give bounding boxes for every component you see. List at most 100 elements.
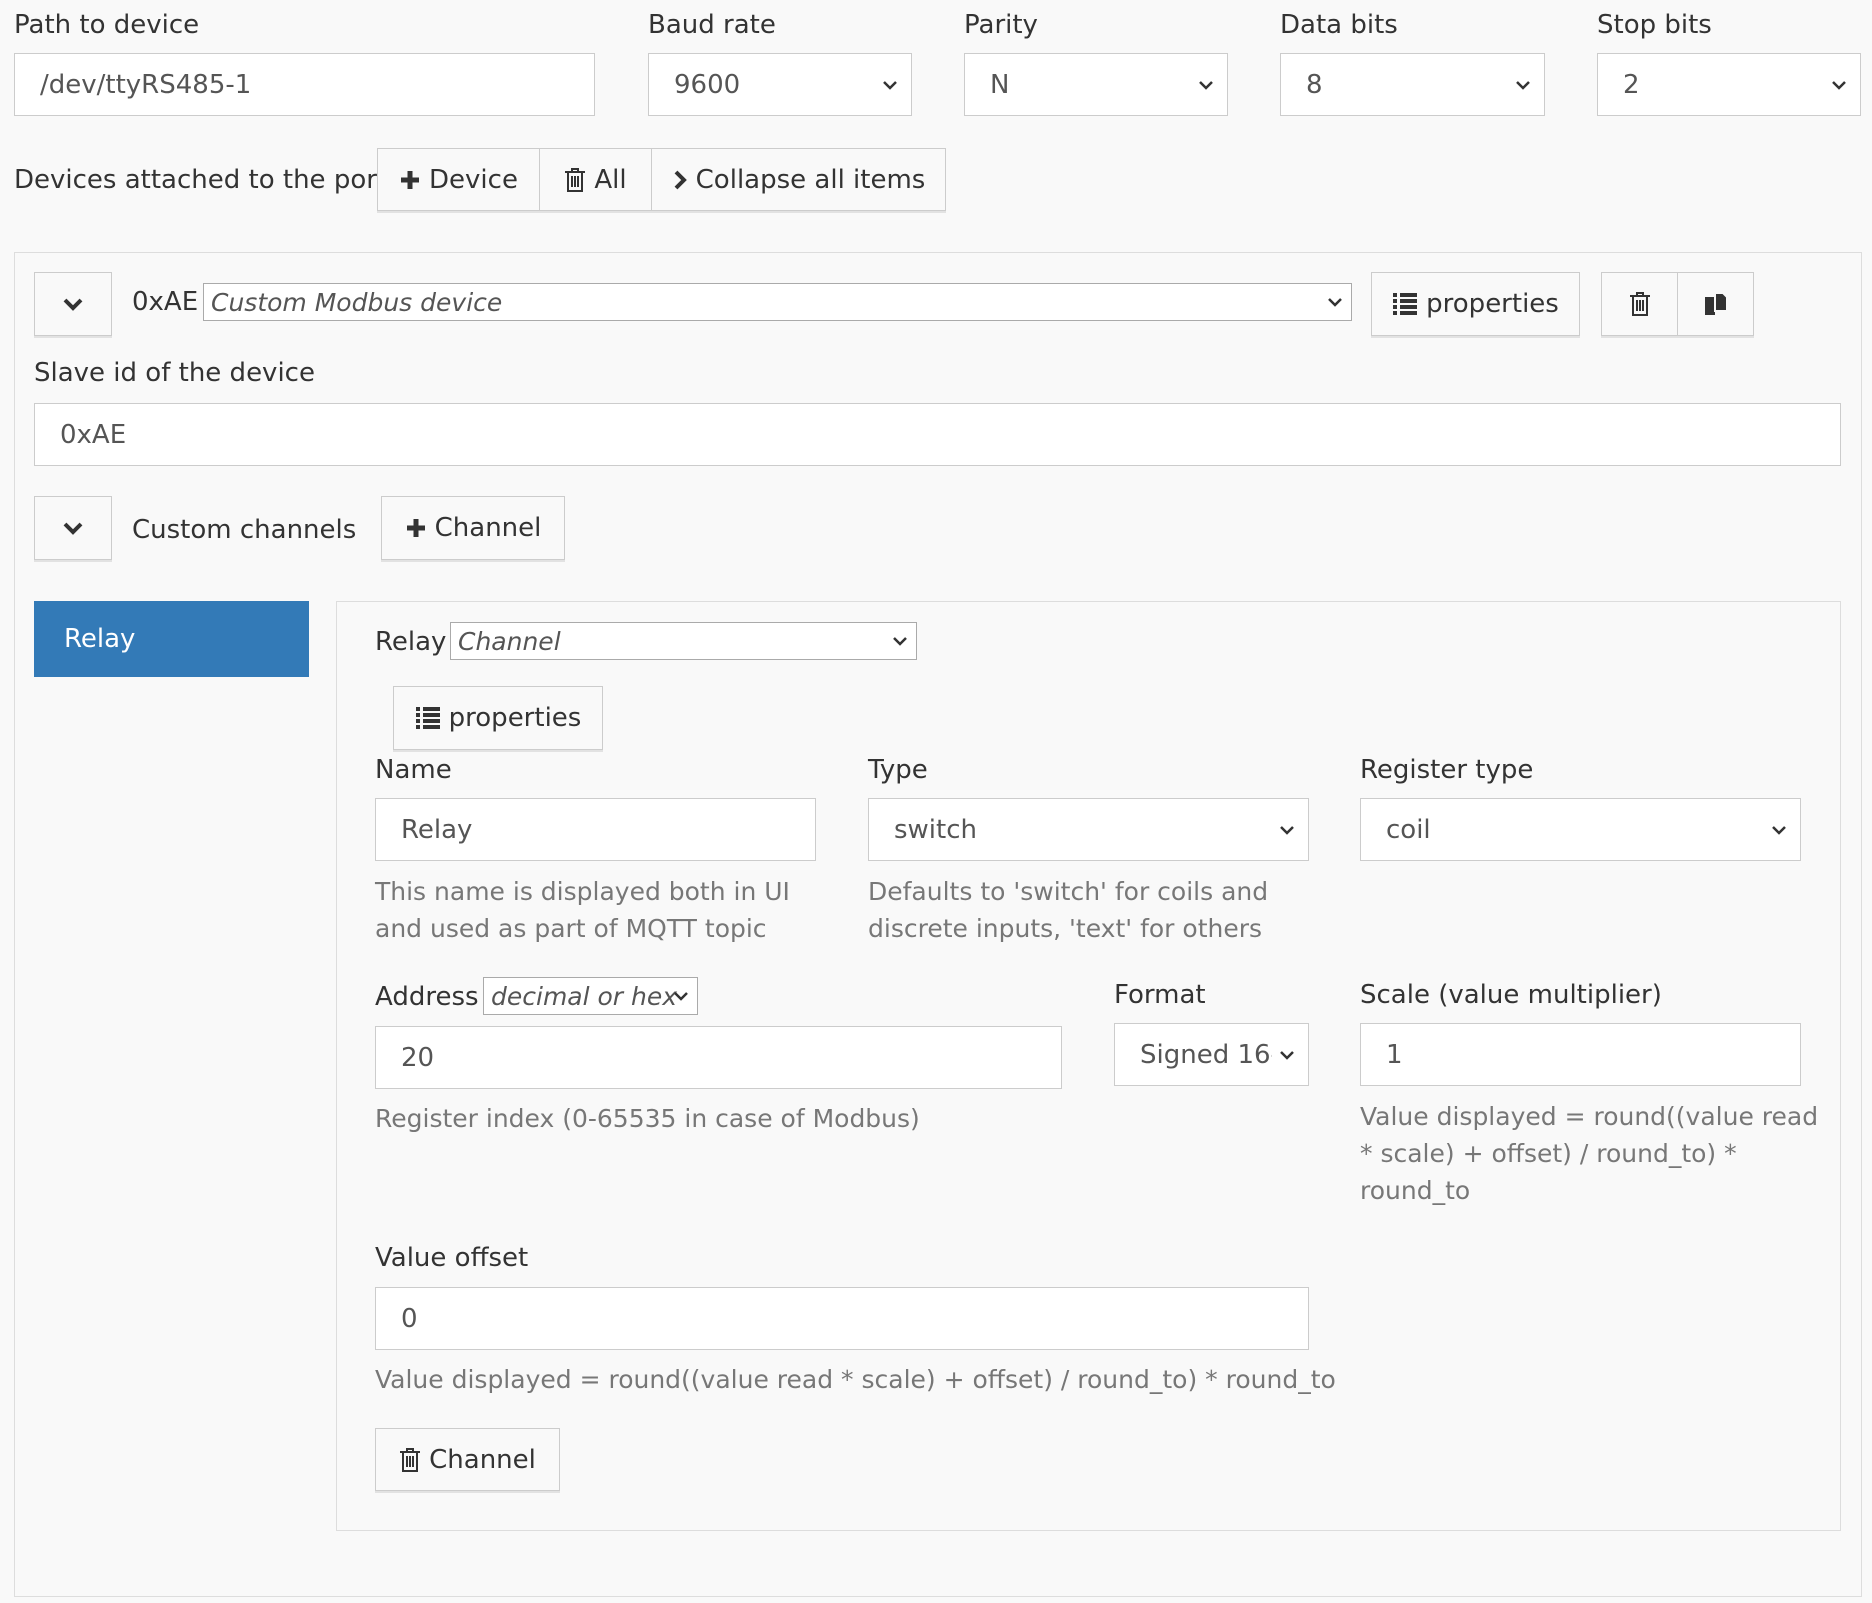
channel-tab-label: Relay [64,624,136,654]
name-help: This name is displayed both in UI and us… [375,873,805,947]
channel-kind-select[interactable]: Channel [450,622,917,660]
plus-icon [406,519,425,537]
type-label: Type [868,755,928,785]
register-type-label: Register type [1360,755,1534,785]
chevron-right-icon [674,170,687,189]
delete-channel-label: Channel [429,1444,536,1475]
collapse-all-label: Collapse all items [695,164,926,195]
path-value: /dev/ttyRS485-1 [40,69,252,100]
slave-id-value: 0xAE [60,419,127,450]
baud-select[interactable]: 9600 [648,53,912,116]
offset-label: Value offset [375,1243,529,1273]
offset-value: 0 [401,1303,418,1334]
scale-help: Value displayed = round((value read * sc… [1360,1098,1830,1209]
delete-all-button[interactable]: All [539,148,652,211]
type-help-line: discrete inputs, 'text' for others [868,914,1263,943]
channel-tab-relay[interactable]: Relay [34,601,309,677]
parity-select[interactable]: N [964,53,1228,116]
scale-help-line: round_to [1360,1176,1471,1205]
list-icon [1393,293,1418,315]
chevron-down-icon [1772,825,1786,835]
address-input[interactable]: 20 [375,1026,1062,1089]
scale-help-line: * scale) + offset) / round_to) * [1360,1139,1737,1168]
offset-input[interactable]: 0 [375,1287,1309,1350]
parity-value: N [990,69,1010,100]
databits-label: Data bits [1280,10,1398,40]
stopbits-select[interactable]: 2 [1597,53,1861,116]
chevron-down-icon [893,637,907,646]
name-help-line: and used as part of MQTT topic [375,914,767,943]
channel-header-name: Relay [375,627,447,657]
list-icon [415,707,440,729]
collapse-all-button[interactable]: Collapse all items [651,148,946,211]
scale-value: 1 [1386,1039,1403,1070]
address-mode-value: decimal or hex [491,981,678,1011]
path-label: Path to device [14,10,200,40]
collapse-channels-button[interactable] [34,496,112,560]
device-properties-label: properties [1426,289,1559,319]
address-label: Address [375,982,479,1012]
scale-help-line: Value displayed = round((value read [1360,1102,1819,1131]
databits-select[interactable]: 8 [1280,53,1545,116]
chevron-down-icon [1280,825,1294,835]
address-value: 20 [401,1042,435,1073]
devices-label: Devices attached to the port [14,165,388,195]
trash-icon [1629,292,1650,316]
type-select[interactable]: switch [868,798,1309,861]
databits-value: 8 [1306,69,1323,100]
channel-kind-value: Channel [458,626,561,656]
chevron-down-icon [1280,1050,1294,1060]
custom-channels-label: Custom channels [132,515,357,545]
register-type-value: coil [1386,814,1431,845]
slave-id-input[interactable]: 0xAE [34,403,1841,466]
type-value: switch [894,814,978,845]
copy-device-button[interactable] [1677,272,1754,336]
address-mode-select[interactable]: decimal or hex [483,977,698,1015]
chevron-down-icon [1516,80,1530,90]
register-type-select[interactable]: coil [1360,798,1801,861]
slave-id-label: Slave id of the device [34,358,315,388]
add-channel-button[interactable]: Channel [381,496,565,560]
device-type-value: Custom Modbus device [211,287,503,317]
name-label: Name [375,755,452,785]
add-device-label: Device [429,164,518,195]
parity-label: Parity [964,10,1038,40]
chevron-down-icon [63,298,83,311]
type-help-line: Defaults to 'switch' for coils and [868,877,1269,906]
collapse-device-button[interactable] [34,272,112,336]
device-type-select[interactable]: Custom Modbus device [203,283,1352,321]
trash-icon [565,167,586,192]
path-input[interactable]: /dev/ttyRS485-1 [14,53,595,116]
stopbits-label: Stop bits [1597,10,1712,40]
stopbits-value: 2 [1623,69,1640,100]
scale-label: Scale (value multiplier) [1360,980,1662,1010]
offset-help: Value displayed = round((value read * sc… [375,1365,1336,1394]
device-properties-button[interactable]: properties [1371,272,1580,336]
delete-channel-button[interactable]: Channel [375,1428,560,1491]
name-help-line: This name is displayed both in UI [375,877,790,906]
channel-properties-button[interactable]: properties [393,686,603,750]
chevron-down-icon [1199,80,1213,90]
delete-device-button[interactable] [1601,272,1678,336]
chevron-down-icon [674,992,688,1001]
address-help: Register index (0-65535 in case of Modbu… [375,1104,920,1133]
chevron-down-icon [1832,80,1846,90]
baud-value: 9600 [674,69,741,100]
name-value: Relay [401,814,473,845]
format-label: Format [1114,980,1206,1010]
chevron-down-icon [1328,298,1342,307]
chevron-down-icon [883,80,897,90]
plus-icon [401,170,420,189]
add-channel-label: Channel [434,513,542,543]
type-help: Defaults to 'switch' for coils and discr… [868,873,1308,947]
copy-icon [1704,292,1728,315]
baud-label: Baud rate [648,10,776,40]
scale-input[interactable]: 1 [1360,1023,1801,1086]
device-id-text: 0xAE [132,287,199,317]
chevron-down-icon [63,522,83,535]
name-input[interactable]: Relay [375,798,816,861]
format-value: Signed 16-bit [1140,1039,1272,1070]
format-select[interactable]: Signed 16-bit [1114,1023,1309,1086]
add-device-button[interactable]: Device [377,148,540,211]
delete-all-label: All [594,164,627,195]
